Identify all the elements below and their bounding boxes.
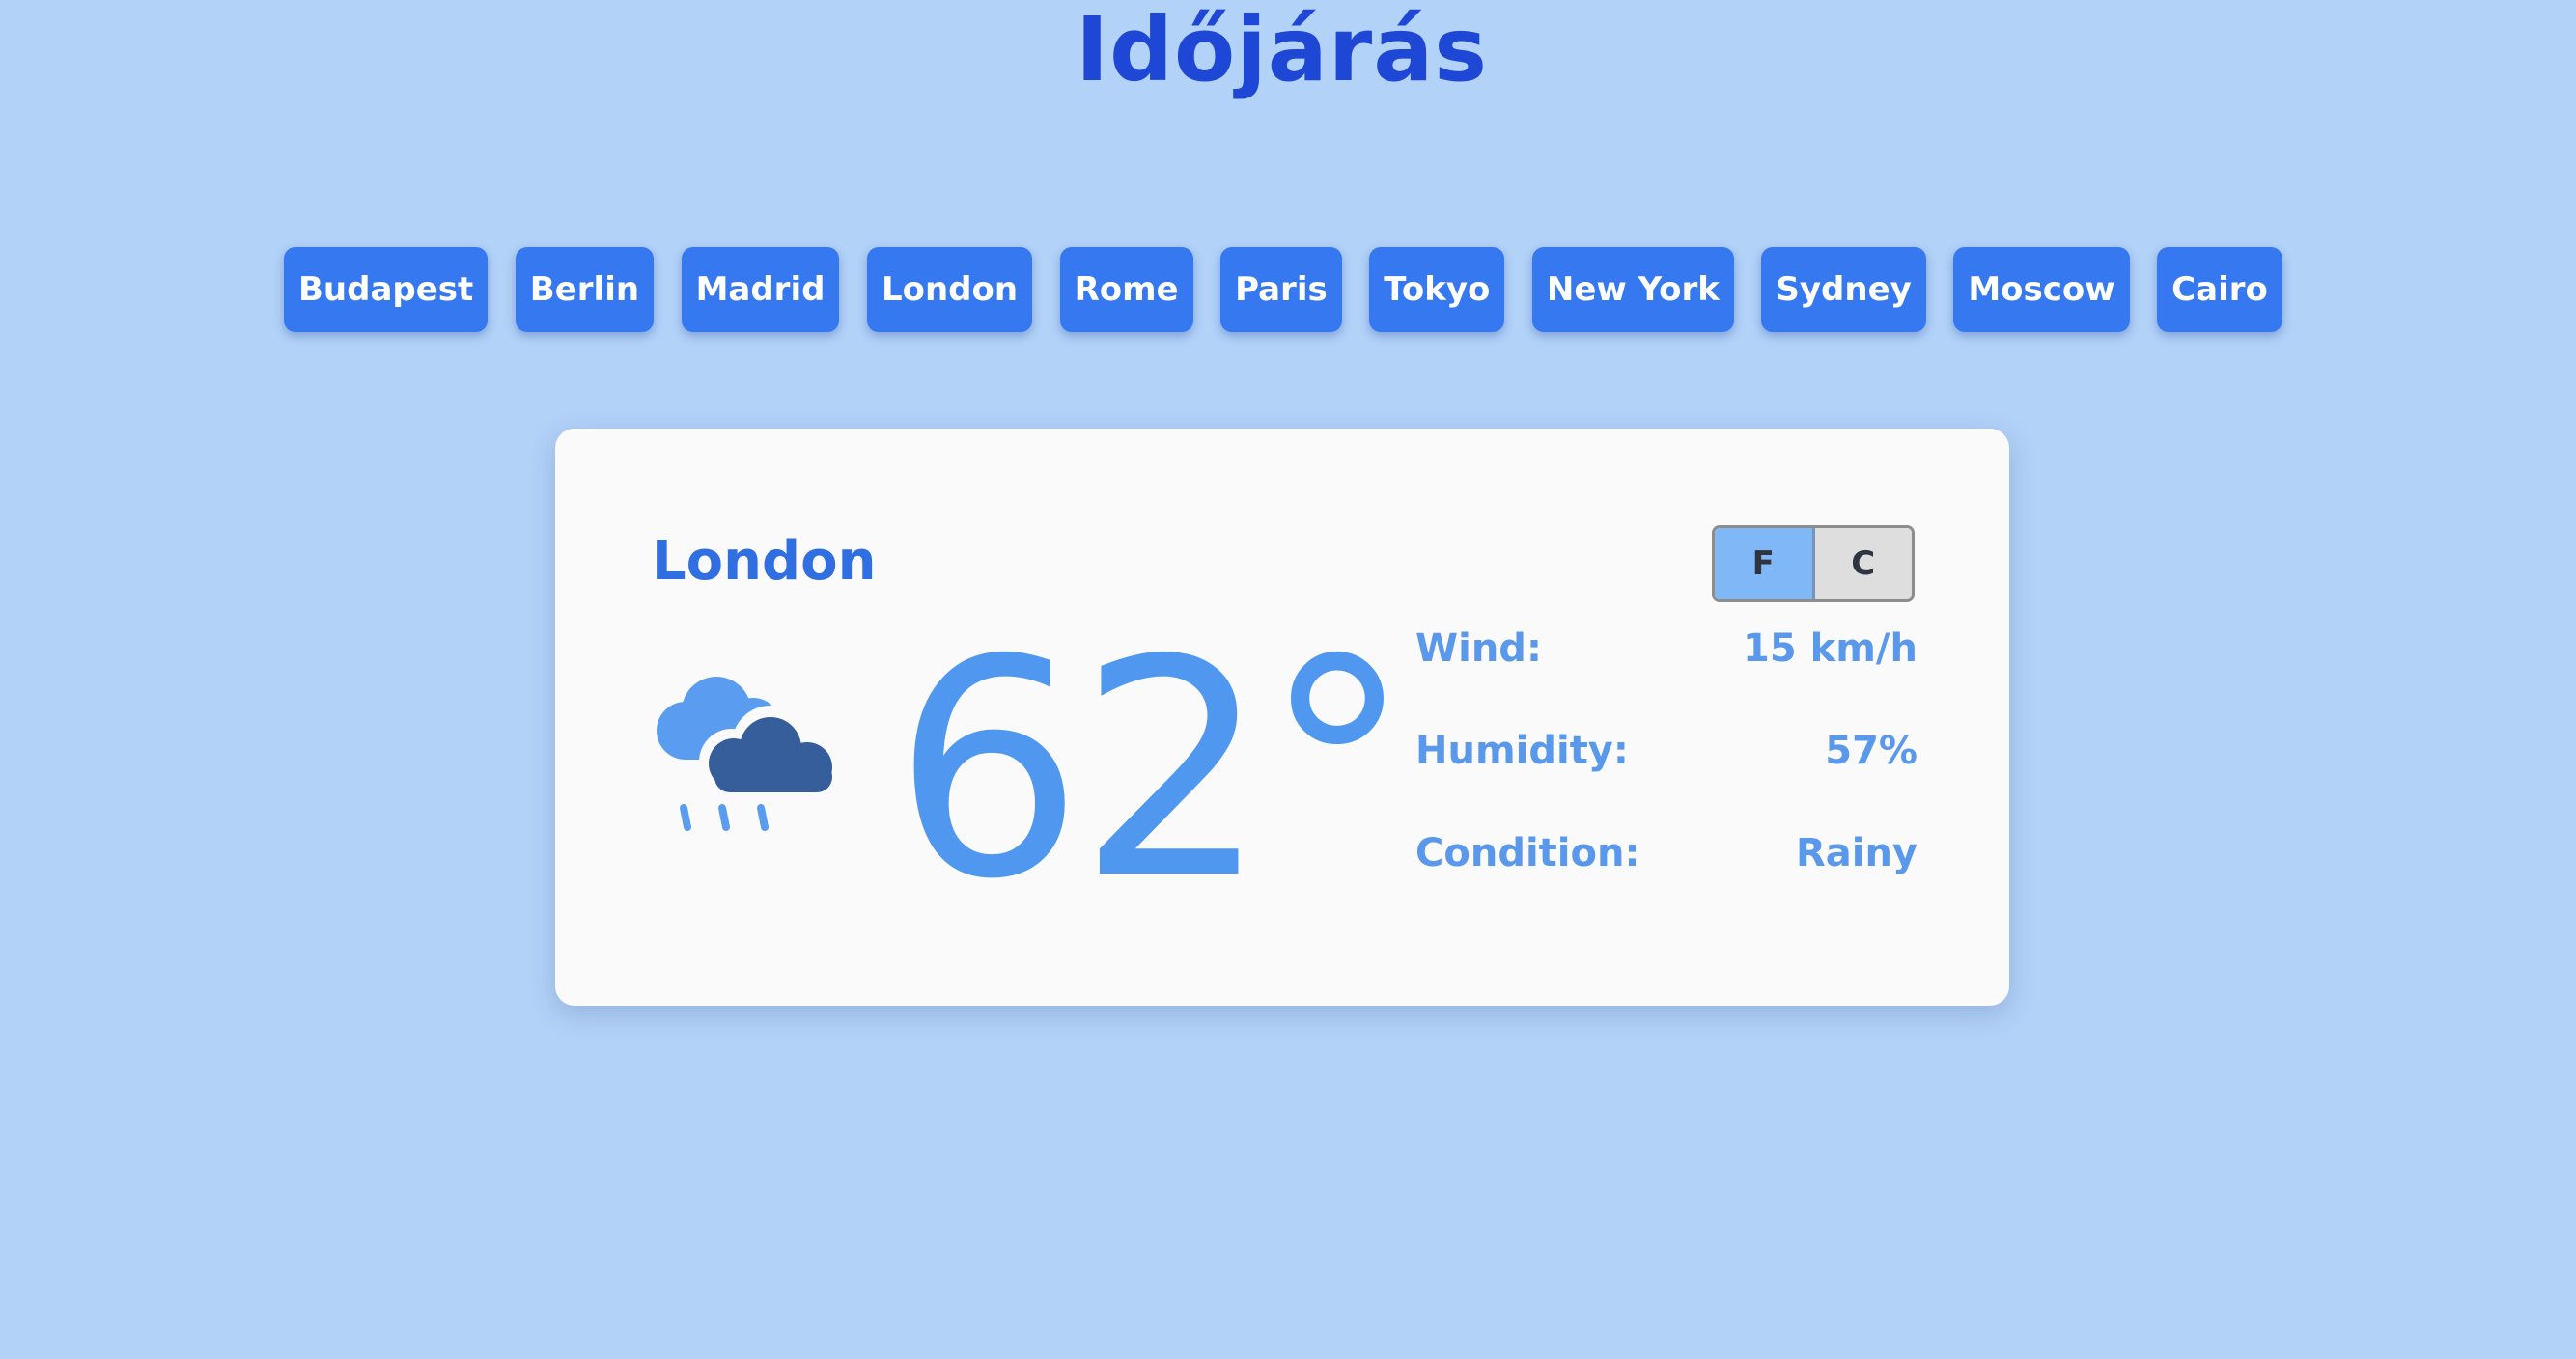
wind-value: 15 km/h [1743, 626, 1918, 671]
city-button-london[interactable]: London [866, 247, 1033, 332]
weather-card: London F C 62° Wind: 15 km/h Humidity: 5… [555, 429, 2009, 1006]
city-button-tokyo[interactable]: Tokyo [1369, 247, 1505, 332]
city-button-budapest[interactable]: Budapest [284, 247, 489, 332]
rain-cloud-icon [647, 665, 850, 848]
weather-details: Wind: 15 km/h Humidity: 57% Condition: R… [1415, 626, 1918, 933]
city-button-sydney[interactable]: Sydney [1761, 247, 1926, 332]
unit-celsius-button[interactable]: C [1814, 528, 1912, 599]
city-button-madrid[interactable]: Madrid [681, 247, 840, 332]
detail-row-wind: Wind: 15 km/h [1415, 626, 1918, 729]
page-title: Időjárás [1075, 0, 1489, 101]
unit-toggle: F C [1712, 525, 1915, 602]
condition-value: Rainy [1795, 831, 1918, 875]
city-button-paris[interactable]: Paris [1220, 247, 1342, 332]
city-button-rome[interactable]: Rome [1059, 247, 1193, 332]
weather-city-name: London [652, 530, 877, 593]
city-button-cairo[interactable]: Cairo [2157, 247, 2282, 332]
humidity-label: Humidity: [1415, 729, 1629, 773]
humidity-value: 57% [1825, 729, 1918, 773]
temperature-value: 62° [893, 596, 1412, 945]
city-button-new-york[interactable]: New York [1531, 247, 1734, 332]
city-button-moscow[interactable]: Moscow [1953, 247, 2130, 332]
detail-row-humidity: Humidity: 57% [1415, 729, 1918, 831]
wind-label: Wind: [1415, 626, 1542, 671]
city-button-berlin[interactable]: Berlin [515, 247, 655, 332]
condition-label: Condition: [1415, 831, 1640, 875]
city-selector: Budapest Berlin Madrid London Rome Paris… [284, 247, 2282, 332]
detail-row-condition: Condition: Rainy [1415, 831, 1918, 933]
unit-fahrenheit-button[interactable]: F [1715, 528, 1815, 599]
